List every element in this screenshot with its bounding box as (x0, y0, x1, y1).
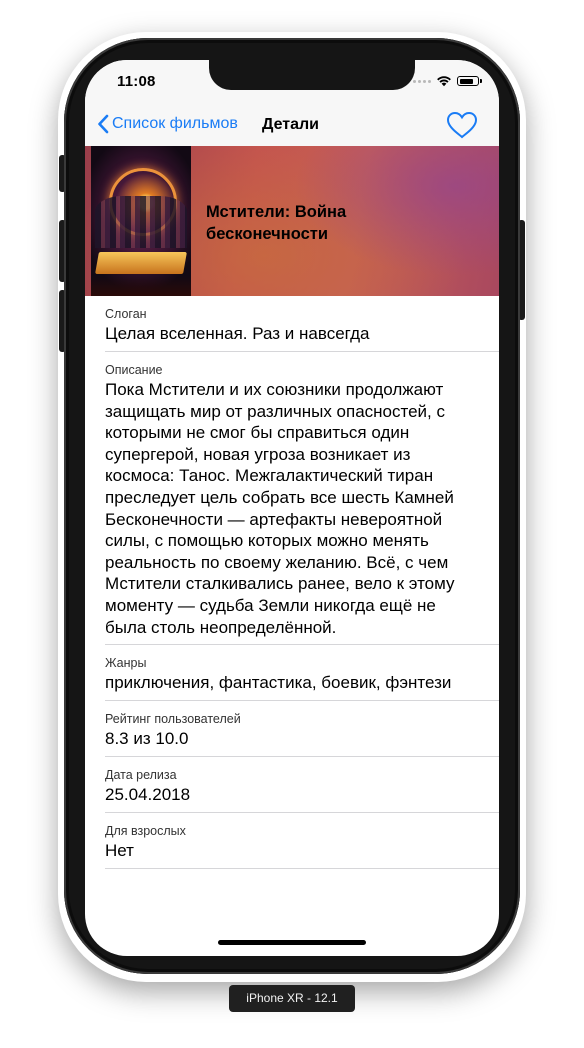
notch (209, 60, 415, 90)
simulator-device-label: iPhone XR - 12.1 (229, 985, 355, 1012)
movie-title: Мстители: Война бесконечности (206, 203, 347, 243)
detail-label: Слоган (105, 307, 147, 321)
status-time: 11:08 (117, 73, 156, 90)
cellular-signal-icon (413, 79, 431, 83)
detail-row-description: Описание Пока Мстители и их союзники про… (105, 352, 499, 646)
page-title: Детали (262, 116, 320, 133)
chevron-left-icon (98, 114, 109, 134)
detail-row-adult: Для взрослых Нет (105, 813, 499, 870)
detail-value: Целая вселенная. Раз и навсегда (105, 324, 370, 343)
detail-label: Рейтинг пользователей (105, 712, 241, 727)
detail-label: Жанры (105, 656, 147, 671)
details-list: Слоган Целая вселенная. Раз и навсегда О… (85, 296, 499, 870)
home-indicator[interactable] (218, 940, 366, 945)
detail-value: Нет (105, 841, 134, 861)
status-icons (413, 75, 482, 87)
detail-label: Для взрослых (105, 824, 186, 839)
navigation-bar: Список фильмов Детали (85, 104, 499, 146)
detail-row-rating: Рейтинг пользователей 8.3 из 10.0 (105, 701, 499, 758)
detail-row-release-date: Дата релиза 25.04.2018 (105, 757, 499, 814)
screen: 11:08 Список фильмов Детали Мстители: Во… (85, 60, 499, 956)
detail-label: Дата релиза (105, 768, 177, 783)
movie-poster (91, 146, 191, 296)
detail-value: 25.04.2018 (105, 785, 191, 805)
battery-icon (457, 76, 482, 86)
detail-value: 8.3 из 10.0 (105, 729, 189, 749)
heart-outline-icon[interactable] (445, 110, 479, 140)
movie-header: Мстители: Война бесконечности (85, 146, 499, 296)
detail-label: Описание (105, 363, 163, 377)
back-button-label: Список фильмов (112, 115, 238, 132)
detail-row-genres: Жанры приключения, фантастика, боевик, ф… (105, 645, 499, 702)
detail-value: Пока Мстители и их союзники продолжают з… (105, 380, 455, 637)
detail-value: приключения, фантастика, боевик, фэнтези (105, 673, 452, 693)
wifi-icon (437, 76, 451, 87)
back-button[interactable]: Список фильмов (97, 114, 238, 134)
detail-row-tagline: Слоган Целая вселенная. Раз и навсегда (105, 296, 499, 352)
